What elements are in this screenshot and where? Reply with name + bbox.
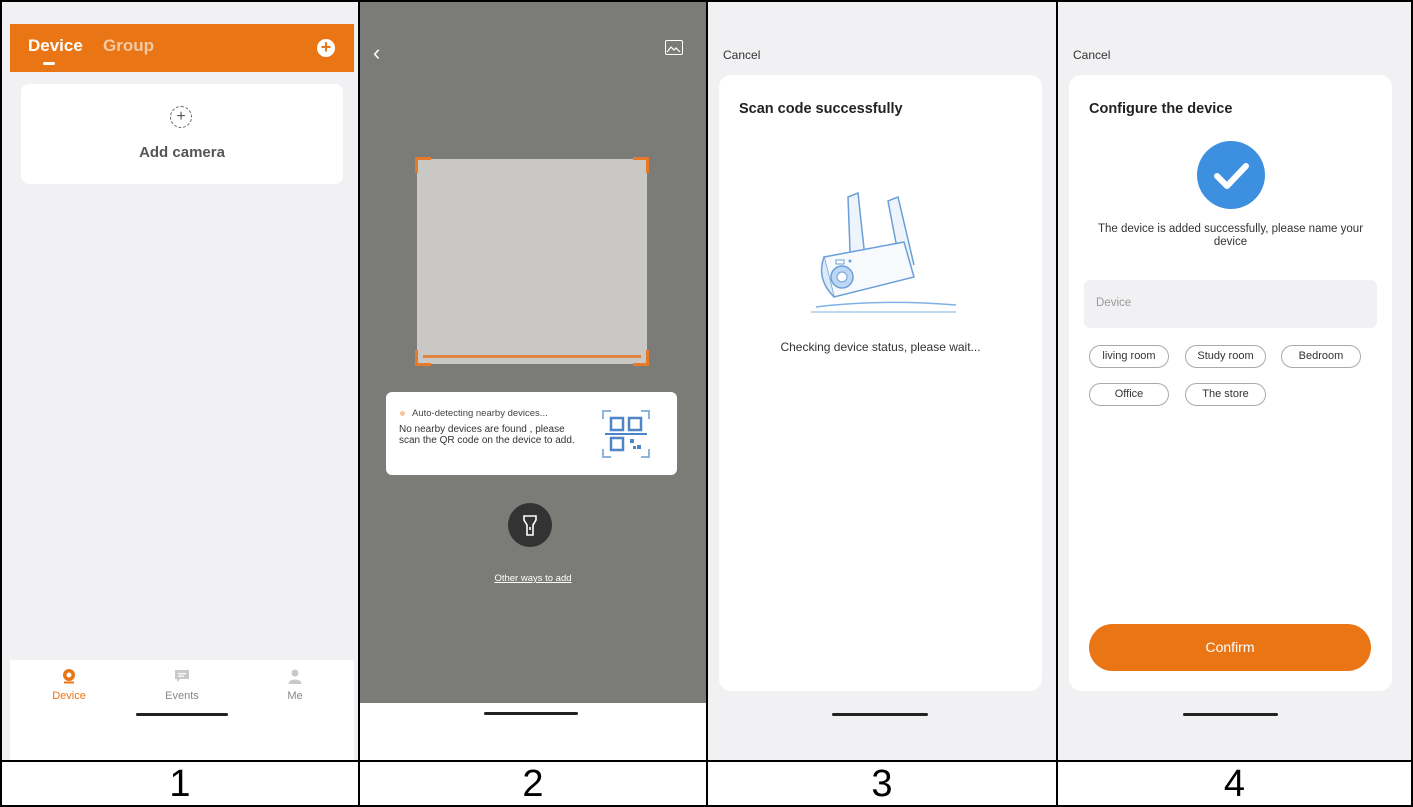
add-camera-label: Add camera	[139, 144, 225, 161]
nav-label-me: Me	[287, 690, 303, 702]
checking-status-text: Checking device status, please wait...	[780, 340, 981, 354]
other-ways-to-add-link[interactable]: Other ways to add	[360, 573, 706, 584]
scan-corner	[633, 157, 649, 173]
chip-bedroom[interactable]: Bedroom	[1281, 345, 1361, 368]
person-icon	[288, 669, 302, 684]
home-indicator	[136, 713, 228, 716]
gallery-icon[interactable]	[665, 40, 683, 55]
tip-message: No nearby devices are found , please sca…	[399, 424, 575, 446]
image-glyph-icon	[666, 46, 681, 53]
nav-item-events[interactable]: Events	[147, 668, 217, 702]
screen-configure-device: Cancel Configure the device The device i…	[1058, 2, 1411, 760]
nearby-devices-tip: Auto-detecting nearby devices... No near…	[386, 392, 677, 475]
nav-label-events: Events	[165, 690, 199, 702]
camera-illustration-icon	[811, 191, 956, 313]
message-icon	[175, 670, 189, 682]
home-indicator	[484, 712, 578, 715]
back-chevron-icon[interactable]: ‹	[373, 40, 380, 66]
caption-3: 3	[871, 763, 893, 805]
nav-item-device[interactable]: Device	[34, 668, 104, 702]
device-name-input[interactable]: Device	[1084, 280, 1377, 328]
chip-study-room[interactable]: Study room	[1185, 345, 1266, 368]
scan-corner	[415, 157, 431, 173]
flashlight-button[interactable]	[508, 503, 552, 547]
chip-living-room[interactable]: living room	[1089, 345, 1169, 368]
qr-code-icon	[602, 410, 650, 458]
home-indicator	[832, 713, 928, 716]
chip-office[interactable]: Office	[1089, 383, 1169, 406]
chip-the-store[interactable]: The store	[1185, 383, 1266, 406]
camera-icon	[63, 669, 75, 684]
caption-1: 1	[169, 763, 191, 805]
scan-frame	[415, 157, 649, 366]
device-name-placeholder: Device	[1096, 297, 1132, 309]
scan-line	[423, 355, 641, 358]
confirm-button[interactable]: Confirm	[1089, 624, 1371, 671]
top-bar: Device Group +	[10, 24, 354, 72]
configure-card: Configure the device The device is added…	[1069, 75, 1392, 691]
success-check-icon	[1197, 141, 1265, 209]
screen-scan-qr: ‹ Auto-detecting nearby devices... No ne…	[360, 2, 706, 760]
screen-device-list: Device Group + + Add camera Device Event…	[2, 2, 358, 760]
success-message: The device is added successfully, please…	[1097, 223, 1364, 248]
caption-4: 4	[1223, 763, 1246, 805]
home-indicator	[1183, 713, 1278, 716]
tab-indicator	[43, 62, 55, 65]
flashlight-icon	[523, 515, 537, 536]
add-camera-card[interactable]: + Add camera	[21, 84, 343, 184]
cancel-button[interactable]: Cancel	[723, 48, 760, 62]
camera-viewfinder: ‹ Auto-detecting nearby devices... No ne…	[360, 2, 706, 703]
cancel-button[interactable]: Cancel	[1073, 48, 1110, 62]
add-circle-icon: +	[170, 106, 192, 128]
nav-label-device: Device	[52, 690, 86, 702]
auto-detect-status: Auto-detecting nearby devices...	[412, 408, 548, 419]
checkmark-glyph-icon	[1214, 163, 1249, 189]
tab-group[interactable]: Group	[103, 36, 154, 56]
screen-scan-success: Cancel Scan code successfully Checking d…	[708, 2, 1056, 760]
caption-2: 2	[522, 763, 544, 805]
nav-item-me[interactable]: Me	[260, 668, 330, 702]
status-card: Scan code successfully Checking device s…	[719, 75, 1042, 691]
add-icon[interactable]: +	[317, 38, 335, 57]
scan-corner	[633, 350, 649, 366]
tab-device[interactable]: Device	[28, 36, 83, 56]
page-title: Configure the device	[1089, 101, 1233, 117]
bottom-nav: Device Events Me	[10, 660, 354, 760]
scan-corner	[415, 350, 431, 366]
status-dot	[400, 411, 405, 416]
page-title: Scan code successfully	[739, 101, 903, 117]
